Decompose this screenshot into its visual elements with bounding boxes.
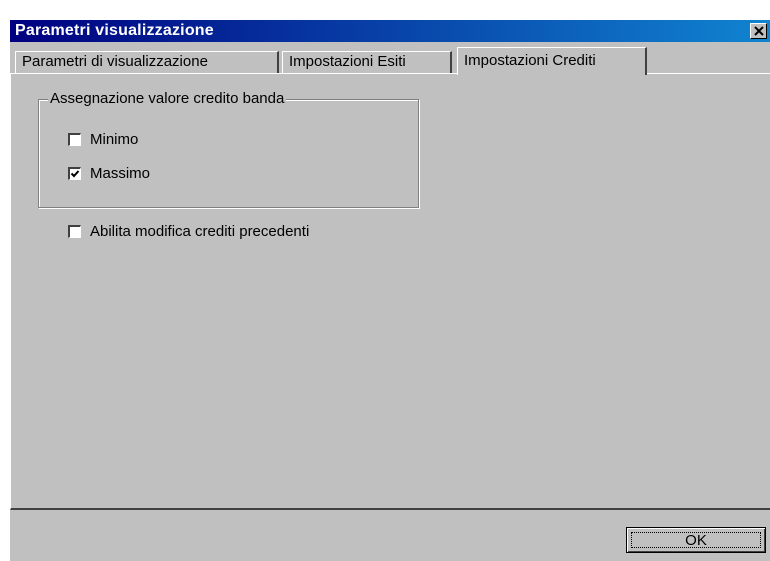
- option-minimo[interactable]: Minimo: [68, 131, 138, 148]
- ok-label: OK: [685, 531, 707, 549]
- minimo-label: Minimo: [90, 131, 139, 148]
- massimo-checkbox[interactable]: [68, 167, 81, 180]
- option-massimo[interactable]: Massimo: [68, 165, 150, 182]
- tab-label: Impostazioni Crediti: [464, 52, 596, 69]
- tab-parametri-visualizzazione[interactable]: Parametri di visualizzazione: [15, 51, 279, 73]
- minimo-checkbox[interactable]: [68, 133, 81, 146]
- close-button[interactable]: [750, 23, 767, 39]
- tab-label: Impostazioni Esiti: [289, 53, 406, 70]
- close-icon: [754, 26, 764, 36]
- window-title: Parametri visualizzazione: [15, 22, 214, 39]
- tab-impostazioni-esiti[interactable]: Impostazioni Esiti: [282, 51, 452, 73]
- groupbox-legend: Assegnazione valore credito banda: [48, 90, 287, 107]
- checkmark-icon: [70, 170, 80, 178]
- abilita-modifica-checkbox[interactable]: [68, 225, 81, 238]
- option-abilita-modifica[interactable]: Abilita modifica crediti precedenti: [68, 223, 309, 240]
- tab-strip: Parametri di visualizzazione Impostazion…: [15, 47, 765, 75]
- title-bar[interactable]: Parametri visualizzazione: [10, 20, 770, 42]
- ok-button[interactable]: OK: [626, 527, 766, 553]
- tab-label: Parametri di visualizzazione: [22, 53, 208, 70]
- credit-value-groupbox: [38, 99, 419, 208]
- dialog-window: Parametri visualizzazione Parametri di v…: [10, 20, 770, 561]
- tab-impostazioni-crediti[interactable]: Impostazioni Crediti: [457, 47, 647, 75]
- abilita-modifica-label: Abilita modifica crediti precedenti: [90, 223, 310, 240]
- massimo-label: Massimo: [90, 165, 151, 182]
- ok-focus-rect: OK: [631, 531, 761, 549]
